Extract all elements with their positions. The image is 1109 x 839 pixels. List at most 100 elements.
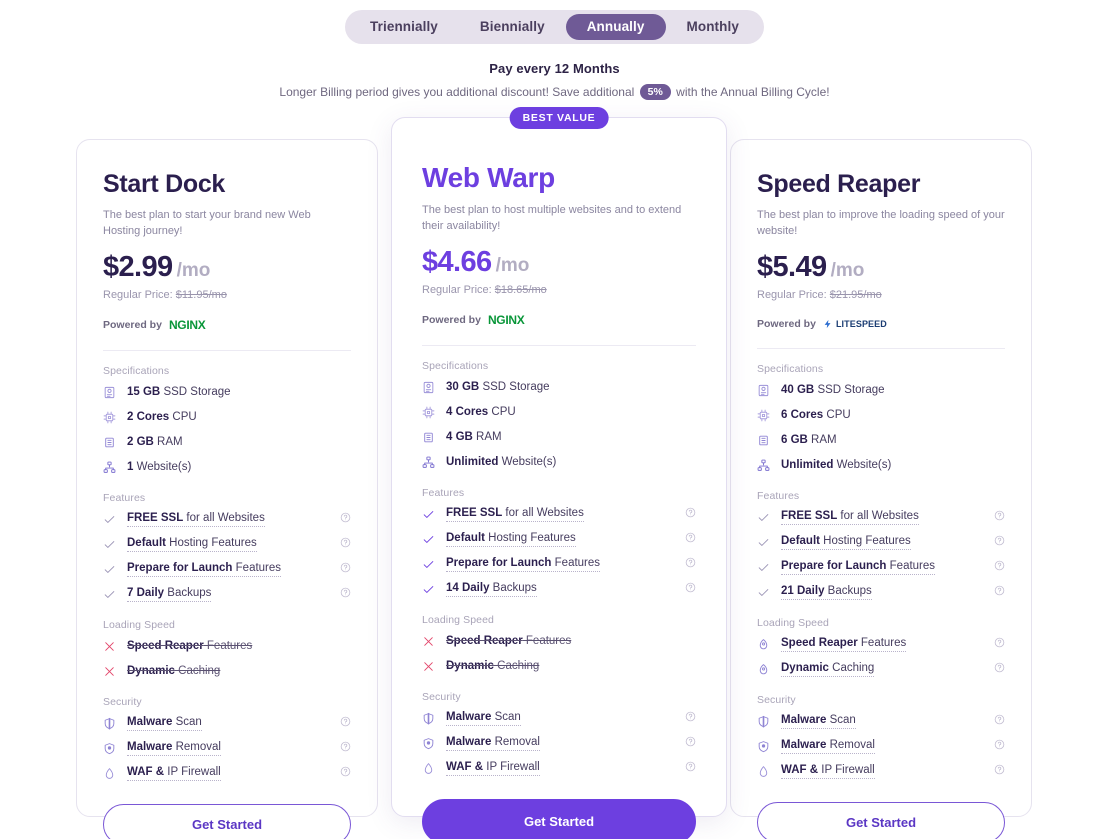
feature-row: Prepare for Launch Features	[103, 559, 351, 580]
spec-row: 6 GB RAM	[757, 430, 1005, 451]
feature-row: Prepare for Launch Features	[757, 557, 1005, 578]
spec-row: 6 Cores CPU	[757, 405, 1005, 426]
feature-label: Prepare for Launch Features	[781, 559, 936, 576]
help-icon[interactable]	[685, 734, 696, 752]
cpu-icon	[103, 411, 121, 424]
websites-icon	[757, 459, 775, 472]
plan-price-row: $5.49/mo	[757, 251, 1005, 284]
help-icon[interactable]	[685, 759, 696, 777]
feature-row: 21 Daily Backups	[757, 582, 1005, 603]
loading-speed-heading: Loading Speed	[103, 618, 175, 631]
billing-cycle-option-biennially[interactable]: Biennially	[459, 14, 566, 40]
feature-row: Malware Scan	[103, 713, 351, 734]
help-icon[interactable]	[340, 535, 351, 553]
specifications-heading: Specifications	[757, 362, 824, 375]
check-icon	[757, 586, 775, 599]
check-icon	[103, 513, 121, 526]
help-icon[interactable]	[685, 709, 696, 727]
help-icon[interactable]	[994, 762, 1005, 780]
discount-note: Longer Billing period gives you addition…	[0, 84, 1109, 101]
help-icon[interactable]	[994, 508, 1005, 526]
feature-label: FREE SSL for all Websites	[127, 511, 265, 528]
check-icon	[103, 563, 121, 576]
feature-label: WAF & IP Firewall	[781, 763, 875, 780]
features-heading: Features	[422, 486, 465, 499]
feature-label: FREE SSL for all Websites	[446, 506, 584, 523]
feature-row: WAF & IP Firewall	[757, 761, 1005, 782]
help-icon[interactable]	[994, 712, 1005, 730]
help-icon[interactable]	[340, 510, 351, 528]
feature-label: Speed Reaper Features	[446, 634, 572, 647]
firewall-icon	[757, 765, 775, 778]
loading-speed-heading: Loading Speed	[757, 616, 829, 629]
check-icon	[103, 588, 121, 601]
ssd-storage-icon	[757, 384, 775, 397]
plan-price: $2.99	[103, 250, 173, 283]
nginx-logo-icon: NGINX	[168, 317, 206, 332]
loading-speed-heading: Loading Speed	[422, 613, 494, 626]
help-icon[interactable]	[685, 505, 696, 523]
shield-check-icon	[422, 737, 440, 750]
help-icon[interactable]	[340, 585, 351, 603]
security-heading: Security	[422, 690, 461, 703]
cross-icon	[103, 665, 121, 678]
feature-label: Prepare for Launch Features	[446, 556, 601, 573]
pricing-card-web-warp: BEST VALUE Web Warp The best plan to host …	[391, 107, 727, 839]
get-started-button[interactable]: Get Started	[103, 803, 351, 839]
card-divider	[422, 344, 696, 346]
plan-price-period: /mo	[830, 259, 865, 281]
feature-row: Prepare for Launch Features	[422, 554, 696, 575]
billing-cycle-option-monthly[interactable]: Monthly	[666, 14, 760, 40]
websites-icon	[422, 456, 440, 469]
help-icon[interactable]	[685, 555, 696, 573]
shield-check-icon	[103, 742, 121, 755]
billing-cycle-option-triennially[interactable]: Triennially	[349, 14, 459, 40]
security-heading: Security	[757, 693, 796, 706]
get-started-button[interactable]: Get Started	[757, 801, 1005, 839]
best-value-badge: BEST VALUE	[509, 107, 609, 129]
help-icon[interactable]	[340, 739, 351, 757]
feature-row: Speed Reaper Features	[422, 631, 696, 652]
feature-label: Malware Removal	[781, 738, 875, 755]
help-icon[interactable]	[994, 635, 1005, 653]
cpu-icon	[757, 409, 775, 422]
plan-price: $5.49	[757, 250, 827, 283]
help-icon[interactable]	[994, 583, 1005, 601]
regular-price-value: $11.95/mo	[175, 288, 227, 301]
spec-label: 4 GB RAM	[446, 431, 502, 444]
regular-price: Regular Price: $11.95/mo	[103, 288, 227, 301]
feature-row: Malware Removal	[757, 736, 1005, 757]
feature-row: WAF & IP Firewall	[103, 763, 351, 784]
help-icon[interactable]	[340, 714, 351, 732]
check-icon	[422, 558, 440, 571]
spec-label: 4 Cores CPU	[446, 406, 516, 419]
help-icon[interactable]	[994, 533, 1005, 551]
billing-cycle-tablist: Triennially Biennially Annually Monthly	[345, 10, 764, 44]
feature-label: Dynamic Caching	[781, 661, 875, 678]
help-icon[interactable]	[340, 764, 351, 782]
get-started-button[interactable]: Get Started	[422, 798, 696, 839]
help-icon[interactable]	[994, 737, 1005, 755]
feature-row: Dynamic Caching	[422, 656, 696, 677]
ssd-storage-icon	[422, 381, 440, 394]
spec-label: 2 GB RAM	[127, 436, 183, 449]
feature-label: FREE SSL for all Websites	[781, 509, 919, 526]
help-icon[interactable]	[685, 530, 696, 548]
regular-price: Regular Price: $18.65/mo	[422, 283, 547, 296]
billing-cycle-option-annually[interactable]: Annually	[565, 14, 666, 40]
help-icon[interactable]	[994, 558, 1005, 576]
powered-by-label: Powered by	[757, 317, 816, 330]
spec-label: Unlimited Website(s)	[781, 459, 892, 472]
help-icon[interactable]	[994, 660, 1005, 678]
help-icon[interactable]	[340, 560, 351, 578]
card-divider	[757, 347, 1005, 349]
discount-note-prefix: Longer Billing period gives you addition…	[279, 85, 635, 100]
plan-price-period: /mo	[495, 254, 530, 276]
help-icon[interactable]	[685, 580, 696, 598]
firewall-icon	[422, 762, 440, 775]
ssd-storage-icon	[103, 386, 121, 399]
check-icon	[103, 538, 121, 551]
rocket-icon	[757, 638, 775, 651]
regular-price: Regular Price: $21.95/mo	[757, 288, 882, 301]
powered-by-label: Powered by	[422, 313, 481, 326]
